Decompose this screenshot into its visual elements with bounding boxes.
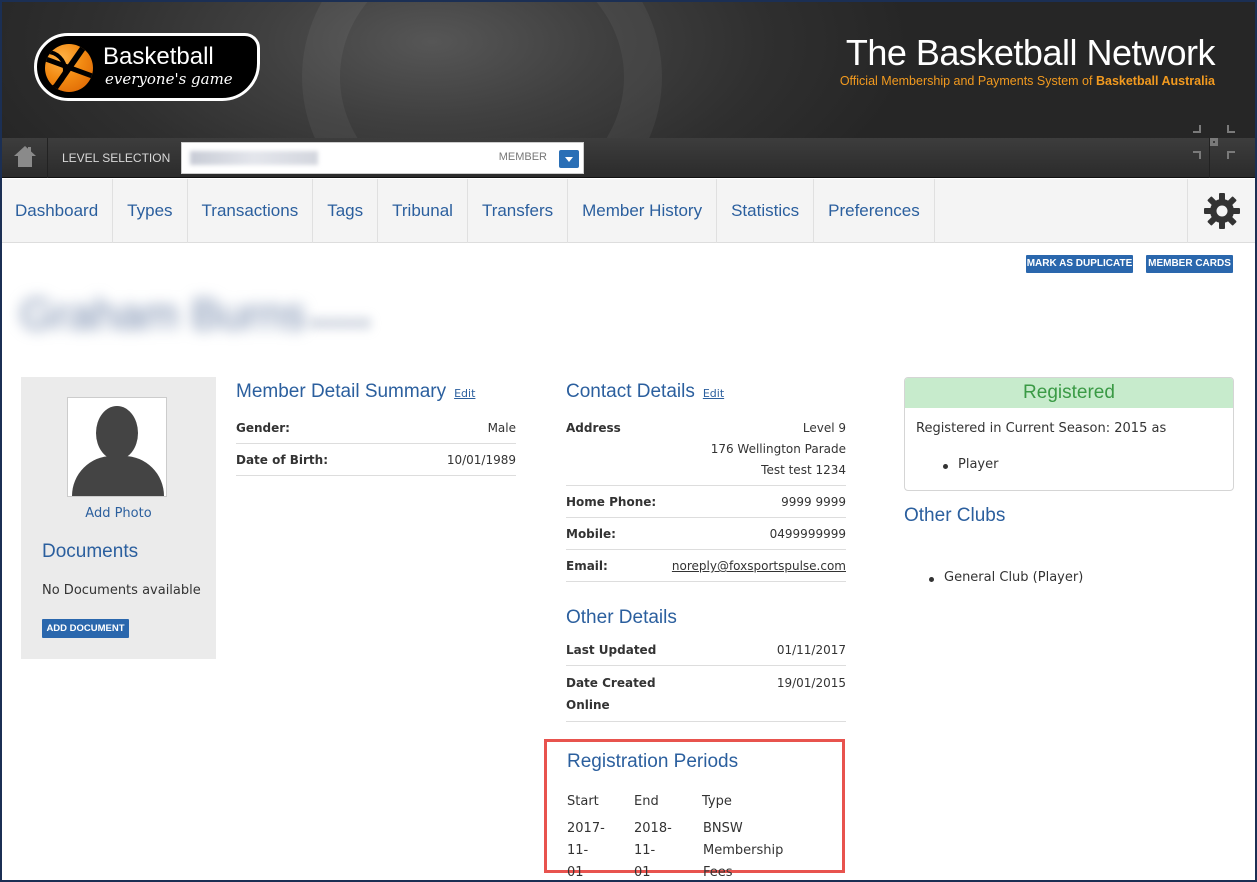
- expand-button[interactable]: [1193, 125, 1255, 178]
- dob-label: Date of Birth:: [236, 453, 329, 467]
- nav-transactions[interactable]: Transactions: [188, 179, 314, 243]
- cell-start: 2017-11- 01: [567, 818, 605, 880]
- address-label: Address: [566, 421, 621, 435]
- gender-label: Gender:: [236, 421, 290, 435]
- header-decoration: [302, 2, 662, 138]
- level-select[interactable]: MEMBER: [181, 142, 584, 174]
- main-nav: Dashboard Types Transactions Tags Tribun…: [2, 179, 1255, 243]
- date-created-label: Date Created: [566, 676, 656, 690]
- last-updated-value: 01/11/2017: [776, 643, 846, 657]
- cell-start-line-2: 01: [567, 865, 584, 880]
- gear-icon: [1204, 193, 1240, 229]
- member-name: Graham Burns: [20, 290, 307, 339]
- photo-documents-panel: Add Photo Documents No Documents availab…: [21, 377, 216, 659]
- cell-end-line-1: 2018-11-: [634, 821, 672, 858]
- current-season-text: Registered in Current Season: 2015 as: [916, 421, 1167, 436]
- home-phone-row: Home Phone: 9999 9999: [566, 495, 846, 518]
- cell-end: 2018-11- 01: [634, 818, 672, 880]
- cell-start-line-1: 2017-11-: [567, 821, 605, 858]
- avatar: [67, 397, 167, 497]
- last-updated-row: Last Updated 01/11/2017: [566, 643, 846, 666]
- nav-types[interactable]: Types: [113, 179, 188, 243]
- col-header-end: End: [634, 794, 659, 809]
- col-header-start: Start: [567, 794, 599, 809]
- mobile-label: Mobile:: [566, 527, 616, 541]
- mobile-value: 0499999999: [769, 527, 846, 541]
- app-frame: Basketball everyone's game The Basketbal…: [0, 0, 1257, 882]
- date-created-row: Date Created 19/01/2015 Online: [566, 676, 846, 722]
- add-photo-link[interactable]: Add Photo: [21, 506, 216, 521]
- level-name-redacted: [190, 151, 318, 165]
- settings-button[interactable]: [1187, 179, 1255, 243]
- registration-periods-title: Registration Periods: [567, 751, 739, 772]
- date-created-source: Online: [566, 698, 610, 712]
- logo-word: Basketball: [103, 43, 214, 70]
- member-detail-edit-link[interactable]: Edit: [454, 387, 475, 400]
- role-item: Player: [942, 457, 999, 472]
- registration-periods-panel: Registration Periods Start End Type 2017…: [544, 739, 845, 880]
- nav-statistics[interactable]: Statistics: [717, 179, 815, 243]
- member-detail-heading: Member Detail Summary: [236, 381, 447, 402]
- email-label: Email:: [566, 559, 608, 573]
- basketball-logo[interactable]: Basketball everyone's game: [34, 33, 260, 101]
- dob-value: 10/01/1989: [446, 453, 516, 467]
- nav-transfers[interactable]: Transfers: [468, 179, 569, 243]
- nav-preferences[interactable]: Preferences: [814, 179, 935, 243]
- date-created-value: 19/01/2015: [776, 676, 846, 690]
- cell-type-line-2: Fees: [703, 865, 733, 880]
- cell-type-line-1: BNSW Membership: [703, 821, 784, 858]
- level-type: MEMBER: [498, 151, 547, 163]
- add-document-button[interactable]: ADD DOCUMENT: [42, 619, 129, 638]
- network-subtitle: Official Membership and Payments System …: [840, 74, 1215, 88]
- no-documents-text: No Documents available: [42, 583, 201, 598]
- address-row: Address Level 9 176 Wellington Parade Te…: [566, 421, 846, 486]
- last-updated-label: Last Updated: [566, 643, 657, 657]
- mobile-row: Mobile: 0499999999: [566, 527, 846, 550]
- registration-status-box: Registered Registered in Current Season:…: [904, 377, 1234, 491]
- basketball-icon: [45, 44, 93, 92]
- cell-end-line-2: 01: [634, 865, 651, 880]
- other-clubs-title: Other Clubs: [904, 505, 1006, 526]
- contact-edit-link[interactable]: Edit: [703, 387, 724, 400]
- other-details-title: Other Details: [566, 607, 677, 628]
- gender-row: Gender: Male: [236, 421, 516, 444]
- member-cards-button[interactable]: MEMBER CARDS: [1146, 255, 1233, 273]
- nav-tags[interactable]: Tags: [313, 179, 379, 243]
- address-line-1: Level 9: [802, 421, 846, 435]
- level-bar: LEVEL SELECTION MEMBER: [2, 125, 1255, 178]
- network-title: The Basketball Network: [845, 32, 1216, 73]
- cell-type: BNSW Membership Fees: [703, 818, 784, 880]
- address-line-2: 176 Wellington Parade: [710, 442, 846, 456]
- other-club-item[interactable]: General Club (Player): [928, 570, 1083, 585]
- mark-duplicate-button[interactable]: MARK AS DUPLICATE: [1026, 255, 1133, 273]
- home-phone-value: 9999 9999: [781, 495, 846, 509]
- status-badge: Registered: [905, 378, 1233, 408]
- expand-icon: [1193, 125, 1235, 159]
- gender-value: Male: [487, 421, 516, 435]
- logo-tagline: everyone's game: [105, 70, 233, 88]
- documents-title: Documents: [42, 541, 139, 562]
- home-button[interactable]: [2, 138, 48, 178]
- nav-tribunal[interactable]: Tribunal: [378, 179, 468, 243]
- member-id: 000000: [310, 314, 372, 333]
- nav-member-history[interactable]: Member History: [568, 179, 718, 243]
- nav-dashboard[interactable]: Dashboard: [2, 179, 114, 243]
- network-subtitle-org: Basketball Australia: [1095, 74, 1215, 88]
- member-detail-title: Member Detail Summary Edit: [236, 381, 475, 403]
- email-row: Email: noreply@foxsportspulse.com: [566, 559, 846, 582]
- site-header: Basketball everyone's game The Basketbal…: [2, 2, 1255, 138]
- email-link[interactable]: noreply@foxsportspulse.com: [672, 559, 846, 573]
- network-subtitle-prefix: Official Membership and Payments System …: [839, 74, 1093, 88]
- home-phone-label: Home Phone:: [566, 495, 657, 509]
- dob-row: Date of Birth: 10/01/1989: [236, 453, 516, 476]
- address-line-3: Test test 1234: [761, 463, 846, 477]
- chevron-down-icon[interactable]: [559, 150, 579, 168]
- contact-details-title: Contact Details Edit: [566, 381, 724, 403]
- level-selection-label: LEVEL SELECTION: [62, 151, 171, 165]
- contact-details-heading: Contact Details: [566, 381, 695, 402]
- col-header-type: Type: [702, 794, 732, 809]
